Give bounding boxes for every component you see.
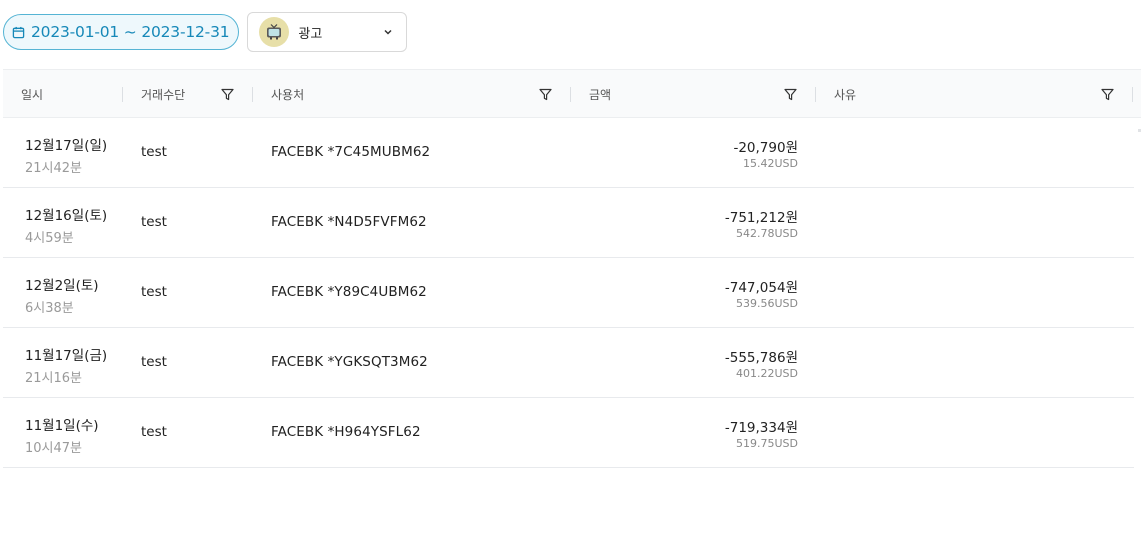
time-text: 21시16분 bbox=[25, 371, 83, 386]
amount-cell: -20,790원 15.42USD bbox=[598, 136, 798, 170]
amount-krw: -751,212원 bbox=[724, 210, 798, 226]
time-text: 10시47분 bbox=[25, 441, 83, 456]
time-text: 4시59분 bbox=[25, 231, 74, 246]
merchant-cell: FACEBK *Y89C4UBM62 bbox=[271, 284, 427, 300]
datetime-cell: 12월17일(일) 21시42분 bbox=[25, 134, 107, 176]
merchant-cell: FACEBK *YGKSQT3M62 bbox=[271, 354, 428, 370]
datetime-cell: 11월17일(금) 21시16분 bbox=[25, 344, 107, 386]
category-select[interactable]: 광고 bbox=[247, 12, 408, 52]
column-header-method: 거래수단 bbox=[141, 87, 186, 102]
amount-usd: 401.22USD bbox=[736, 367, 798, 380]
merchant-cell: FACEBK *H964YSFL62 bbox=[271, 424, 421, 440]
column-divider bbox=[122, 87, 123, 102]
amount-usd: 15.42USD bbox=[743, 157, 798, 170]
datetime-cell: 12월16일(토) 4시59분 bbox=[25, 204, 107, 246]
amount-usd: 539.56USD bbox=[736, 297, 798, 310]
filter-icon[interactable] bbox=[784, 88, 797, 101]
date-text: 11월17일(금) bbox=[25, 348, 108, 364]
column-header-reason: 사유 bbox=[834, 87, 857, 102]
category-badge bbox=[259, 17, 290, 47]
amount-cell: -719,334원 519.75USD bbox=[598, 416, 798, 450]
table-header: 일시 거래수단 사용처 금액 사유 bbox=[3, 69, 1141, 118]
amount-usd: 519.75USD bbox=[736, 437, 798, 450]
table-row[interactable]: 12월17일(일) 21시42분 test FACEBK *7C45MUBM62… bbox=[3, 118, 1134, 188]
method-cell: test bbox=[141, 424, 167, 440]
table-row[interactable]: 12월2일(토) 6시38분 test FACEBK *Y89C4UBM62 -… bbox=[3, 258, 1134, 328]
table-row[interactable]: 12월16일(토) 4시59분 test FACEBK *N4D5FVFM62 … bbox=[3, 188, 1134, 258]
time-text: 21시42분 bbox=[25, 161, 83, 176]
amount-krw: -747,054원 bbox=[724, 280, 798, 296]
filter-icon[interactable] bbox=[539, 88, 552, 101]
column-divider bbox=[1132, 87, 1133, 102]
date-range-text: 2023-01-01 ~ 2023-12-31 bbox=[31, 23, 230, 41]
amount-krw: -719,334원 bbox=[724, 420, 798, 436]
column-divider bbox=[252, 87, 253, 102]
table-row[interactable]: 11월17일(금) 21시16분 test FACEBK *YGKSQT3M62… bbox=[3, 328, 1134, 398]
amount-usd: 542.78USD bbox=[736, 227, 798, 240]
amount-cell: -747,054원 539.56USD bbox=[598, 276, 798, 310]
method-cell: test bbox=[141, 284, 167, 300]
column-header-merchant: 사용처 bbox=[271, 87, 305, 102]
column-header-datetime: 일시 bbox=[21, 87, 44, 102]
time-text: 6시38분 bbox=[25, 301, 74, 316]
merchant-cell: FACEBK *7C45MUBM62 bbox=[271, 144, 431, 160]
date-text: 11월1일(수) bbox=[25, 418, 99, 434]
method-cell: test bbox=[141, 144, 167, 160]
method-cell: test bbox=[141, 214, 167, 230]
tv-icon bbox=[267, 24, 282, 40]
date-text: 12월2일(토) bbox=[25, 278, 99, 294]
chevron-down-icon bbox=[384, 29, 392, 35]
datetime-cell: 12월2일(토) 6시38분 bbox=[25, 274, 99, 316]
datetime-cell: 11월1일(수) 10시47분 bbox=[25, 414, 99, 456]
date-range-picker[interactable]: 2023-01-01 ~ 2023-12-31 bbox=[3, 14, 240, 50]
column-header-amount: 금액 bbox=[589, 87, 612, 102]
date-text: 12월16일(토) bbox=[25, 208, 108, 224]
method-cell: test bbox=[141, 354, 167, 370]
filter-icon[interactable] bbox=[221, 88, 234, 101]
amount-cell: -751,212원 542.78USD bbox=[598, 206, 798, 240]
calendar-icon bbox=[12, 26, 25, 38]
transactions-table: 일시 거래수단 사용처 금액 사유 12월17일(일) 21시42분 test … bbox=[3, 69, 1141, 468]
category-label: 광고 bbox=[298, 26, 323, 42]
table-row[interactable]: 11월1일(수) 10시47분 test FACEBK *H964YSFL62 … bbox=[3, 398, 1134, 468]
merchant-cell: FACEBK *N4D5FVFM62 bbox=[271, 214, 427, 230]
column-divider bbox=[815, 87, 816, 102]
amount-cell: -555,786원 401.22USD bbox=[598, 346, 798, 380]
filter-toolbar: 2023-01-01 ~ 2023-12-31 광고 bbox=[3, 12, 408, 52]
amount-krw: -555,786원 bbox=[724, 350, 798, 366]
column-divider bbox=[570, 87, 571, 102]
date-text: 12월17일(일) bbox=[25, 138, 108, 154]
filter-icon[interactable] bbox=[1101, 88, 1114, 101]
amount-krw: -20,790원 bbox=[733, 140, 798, 156]
